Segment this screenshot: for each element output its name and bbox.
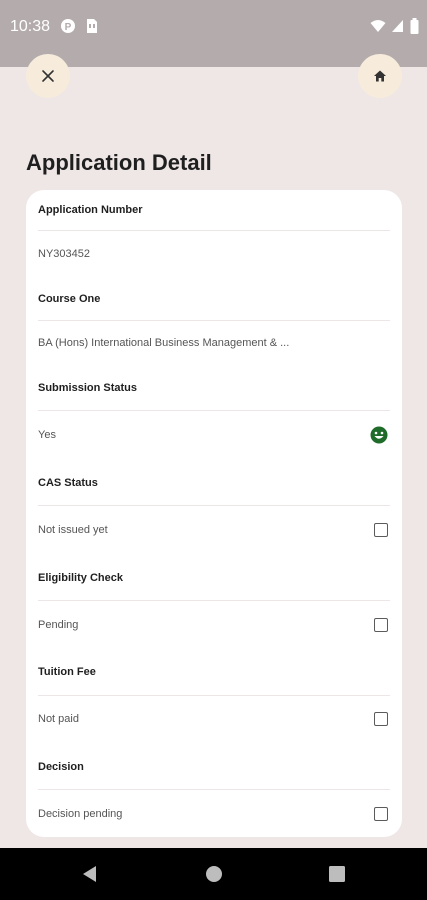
page-title: Application Detail: [26, 150, 212, 175]
sim-icon: [87, 19, 97, 33]
value-tuition-fee: Not paid: [38, 709, 390, 729]
wifi-icon: [370, 20, 386, 32]
signal-icon: [392, 20, 403, 32]
label-cas-status: CAS Status: [38, 473, 390, 493]
divider: [38, 505, 390, 506]
battery-icon: [410, 18, 419, 34]
home-button[interactable]: [358, 54, 402, 98]
row-value: Yes: [38, 429, 56, 441]
row-value: Not issued yet: [38, 524, 108, 536]
divider: [38, 600, 390, 601]
row-value: BA (Hons) International Business Managem…: [38, 337, 290, 349]
eligibility-check-checkbox[interactable]: [374, 618, 388, 632]
tuition-fee-checkbox[interactable]: [374, 712, 388, 726]
decision-checkbox[interactable]: [374, 807, 388, 821]
label-course-one: Course One: [38, 289, 390, 309]
divider: [38, 695, 390, 696]
divider: [38, 410, 390, 411]
recents-icon[interactable]: [328, 864, 346, 884]
row-label: Course One: [38, 293, 101, 305]
status-icons-left: P: [60, 18, 98, 34]
smile-icon: [370, 426, 388, 444]
svg-text:P: P: [65, 22, 72, 33]
status-time: 10:38: [10, 18, 51, 35]
value-eligibility-check: Pending: [38, 615, 390, 635]
application-detail-card: Application Number NY303452 Course One B…: [26, 190, 402, 837]
row-label: Tuition Fee: [38, 666, 96, 678]
row-value: Pending: [38, 619, 79, 631]
value-course-one: BA (Hons) International Business Managem…: [38, 333, 390, 353]
hotspot-icon: P: [61, 19, 75, 33]
home-circle-icon[interactable]: [204, 864, 224, 884]
status-icons-right: [370, 18, 419, 34]
row-label: Decision: [38, 761, 84, 773]
label-tuition-fee: Tuition Fee: [38, 662, 390, 682]
row-value: Not paid: [38, 713, 79, 725]
row-label: CAS Status: [38, 477, 98, 489]
value-cas-status: Not issued yet: [38, 520, 390, 540]
value-submission-status: Yes: [38, 425, 390, 445]
status-bar: 10:38 P: [0, 0, 427, 67]
value-decision: Decision pending: [38, 804, 390, 824]
row-value: NY303452: [38, 248, 90, 260]
close-button[interactable]: [26, 54, 70, 98]
divider: [38, 320, 390, 321]
home-icon: [374, 70, 386, 82]
row-value: Decision pending: [38, 808, 123, 820]
row-label: Submission Status: [38, 382, 138, 394]
label-submission-status: Submission Status: [38, 378, 390, 398]
row-label: Application Number: [38, 204, 143, 216]
back-icon[interactable]: [80, 864, 98, 884]
label-application-number: Application Number: [38, 200, 390, 220]
divider: [38, 230, 390, 231]
row-label: Eligibility Check: [38, 572, 123, 584]
system-nav-bar: [0, 848, 427, 900]
label-eligibility-check: Eligibility Check: [38, 568, 390, 588]
cas-status-checkbox[interactable]: [374, 523, 388, 537]
close-icon: [42, 70, 54, 82]
divider: [38, 789, 390, 790]
label-decision: Decision: [38, 757, 390, 777]
value-application-number: NY303452: [38, 244, 390, 264]
